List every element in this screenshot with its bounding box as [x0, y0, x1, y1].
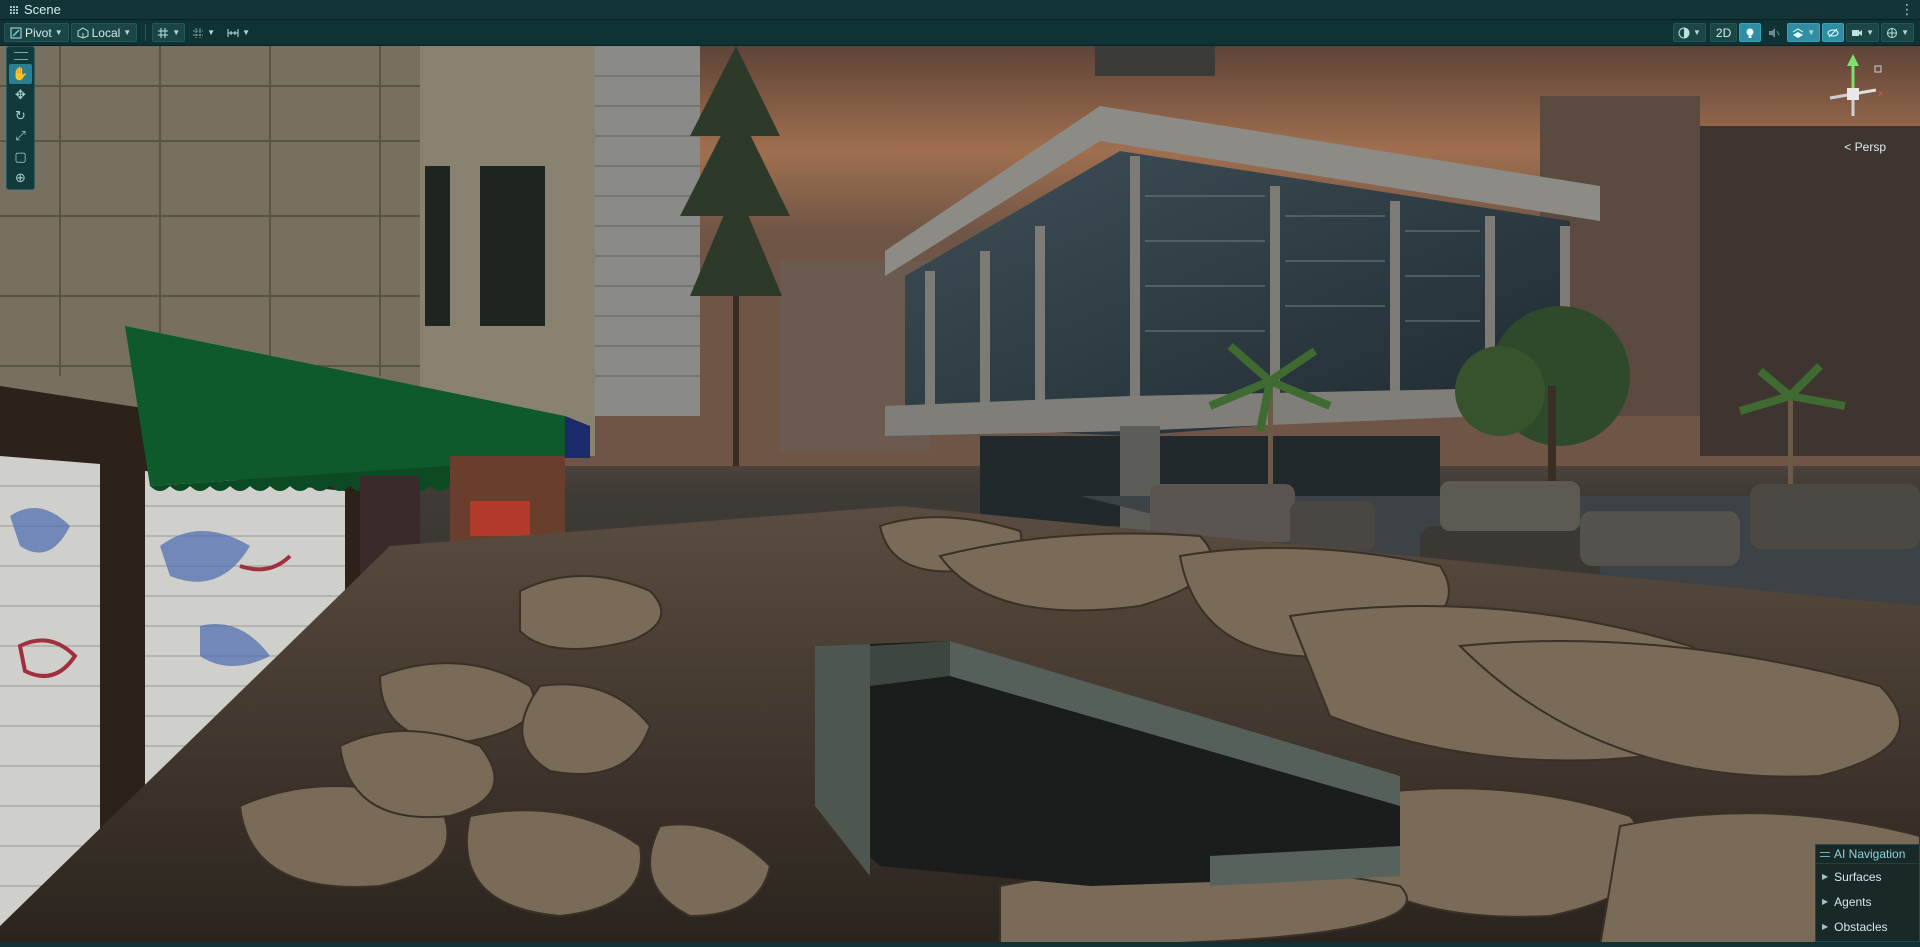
- tool-rect[interactable]: ▢: [9, 147, 32, 167]
- drag-handle-icon[interactable]: [1820, 851, 1830, 857]
- ai-nav-item-label: Surfaces: [1834, 869, 1882, 884]
- ai-navigation-header[interactable]: AI Navigation: [1816, 845, 1919, 864]
- lighting-icon: [1744, 27, 1756, 39]
- tools-overlay: ✋ ✥ ↻ ⤢ ▢ ⊕: [6, 46, 35, 190]
- rotate-icon: ↻: [15, 107, 26, 123]
- more-options-icon[interactable]: ⋮: [1900, 1, 1914, 18]
- space-label: Local: [91, 25, 121, 40]
- chevron-down-icon: ▼: [172, 28, 181, 37]
- ai-nav-item-obstacles[interactable]: ▶ Obstacles: [1816, 914, 1919, 939]
- increment-snap-icon: [192, 27, 204, 39]
- chevron-down-icon: ▼: [1866, 28, 1875, 37]
- space-dropdown[interactable]: Local ▼: [70, 23, 138, 42]
- scene-tab-icon: [9, 5, 18, 14]
- chevron-right-icon: ▶: [1822, 922, 1829, 931]
- camera-dropdown[interactable]: ▼: [1846, 23, 1880, 42]
- axis-gizmo-icon: x: [1829, 54, 1884, 116]
- pivot-label: Pivot: [25, 25, 52, 40]
- tool-rotate[interactable]: ↻: [9, 106, 32, 126]
- ruler-icon: [227, 27, 239, 39]
- visibility-icon: [1827, 27, 1839, 39]
- chevron-down-icon: ▼: [1807, 28, 1816, 37]
- chevron-down-icon: ▼: [207, 28, 216, 37]
- bottom-border: [0, 942, 1920, 947]
- visibility-toggle[interactable]: [1822, 23, 1845, 42]
- chevron-right-icon: ▶: [1822, 897, 1829, 906]
- audio-toggle[interactable]: [1763, 23, 1785, 42]
- ai-navigation-title: AI Navigation: [1834, 847, 1906, 861]
- ai-nav-item-agents[interactable]: ▶ Agents: [1816, 889, 1919, 914]
- effects-icon: [1792, 27, 1804, 39]
- transform-icon: ⊕: [15, 170, 26, 186]
- gizmos-icon: [1886, 27, 1898, 39]
- scene-render: [0, 46, 1920, 947]
- mode-2d-label: 2D: [1715, 25, 1732, 40]
- scene-tab-title[interactable]: Scene: [24, 2, 61, 17]
- orientation-gizmo[interactable]: x: [1818, 54, 1888, 134]
- mode-2d-toggle[interactable]: 2D: [1709, 23, 1738, 42]
- svg-text:x: x: [1878, 89, 1884, 99]
- increment-snap-button[interactable]: ▼: [187, 23, 220, 42]
- ai-nav-item-label: Obstacles: [1834, 919, 1888, 934]
- snapping-group: ▼ ▼ ▼: [152, 23, 257, 42]
- chevron-down-icon: ▼: [242, 28, 250, 37]
- lighting-toggle[interactable]: [1739, 23, 1762, 42]
- pivot-icon: [10, 27, 22, 39]
- chevron-down-icon: ▼: [1901, 28, 1909, 37]
- chevron-down-icon: ▼: [1692, 28, 1701, 37]
- effects-dropdown[interactable]: ▼: [1787, 23, 1821, 42]
- ruler-button[interactable]: ▼: [222, 23, 255, 42]
- chevron-down-icon: ▼: [54, 28, 63, 37]
- chevron-right-icon: ▶: [1822, 872, 1829, 881]
- scene-toolbar: Pivot ▼ Local ▼ ▼ ▼ ▼ ▼ 2D ▼ ▼ ▼: [0, 20, 1920, 46]
- grid-snap-icon: [157, 27, 169, 39]
- ai-nav-item-surfaces[interactable]: ▶ Surfaces: [1816, 864, 1919, 889]
- transform-handles-group: Pivot ▼ Local ▼: [4, 23, 139, 42]
- tool-move[interactable]: ✥: [9, 85, 32, 105]
- ai-navigation-overlay: AI Navigation ▶ Surfaces ▶ Agents ▶ Obst…: [1815, 844, 1920, 942]
- hand-icon: ✋: [12, 65, 29, 81]
- scene-viewport[interactable]: ✋ ✥ ↻ ⤢ ▢ ⊕ x < Persp: [0, 46, 1920, 947]
- tool-hand[interactable]: ✋: [9, 63, 32, 84]
- rect-icon: ▢: [14, 149, 27, 165]
- tool-transform[interactable]: ⊕: [9, 168, 32, 188]
- scale-icon: ⤢: [15, 128, 26, 144]
- camera-icon: [1851, 27, 1863, 39]
- tool-scale[interactable]: ⤢: [9, 126, 32, 146]
- chevron-down-icon: ▼: [123, 28, 132, 37]
- drag-handle-icon[interactable]: [13, 52, 28, 60]
- toolbar-divider: [145, 24, 147, 41]
- view-options-group: ▼ 2D ▼ ▼ ▼: [1672, 23, 1916, 42]
- grid-snap-button[interactable]: ▼: [152, 23, 186, 42]
- draw-mode-dropdown[interactable]: ▼: [1672, 23, 1706, 42]
- audio-icon: [1768, 27, 1780, 39]
- scene-tab-bar: Scene ⋮: [0, 0, 1920, 20]
- projection-label[interactable]: < Persp: [1844, 140, 1886, 154]
- ai-nav-item-label: Agents: [1834, 894, 1872, 909]
- draw-mode-icon: [1678, 27, 1690, 39]
- local-icon: [77, 26, 89, 39]
- gizmos-dropdown[interactable]: ▼: [1881, 23, 1914, 42]
- move-icon: ✥: [15, 86, 26, 102]
- pivot-dropdown[interactable]: Pivot ▼: [4, 23, 69, 42]
